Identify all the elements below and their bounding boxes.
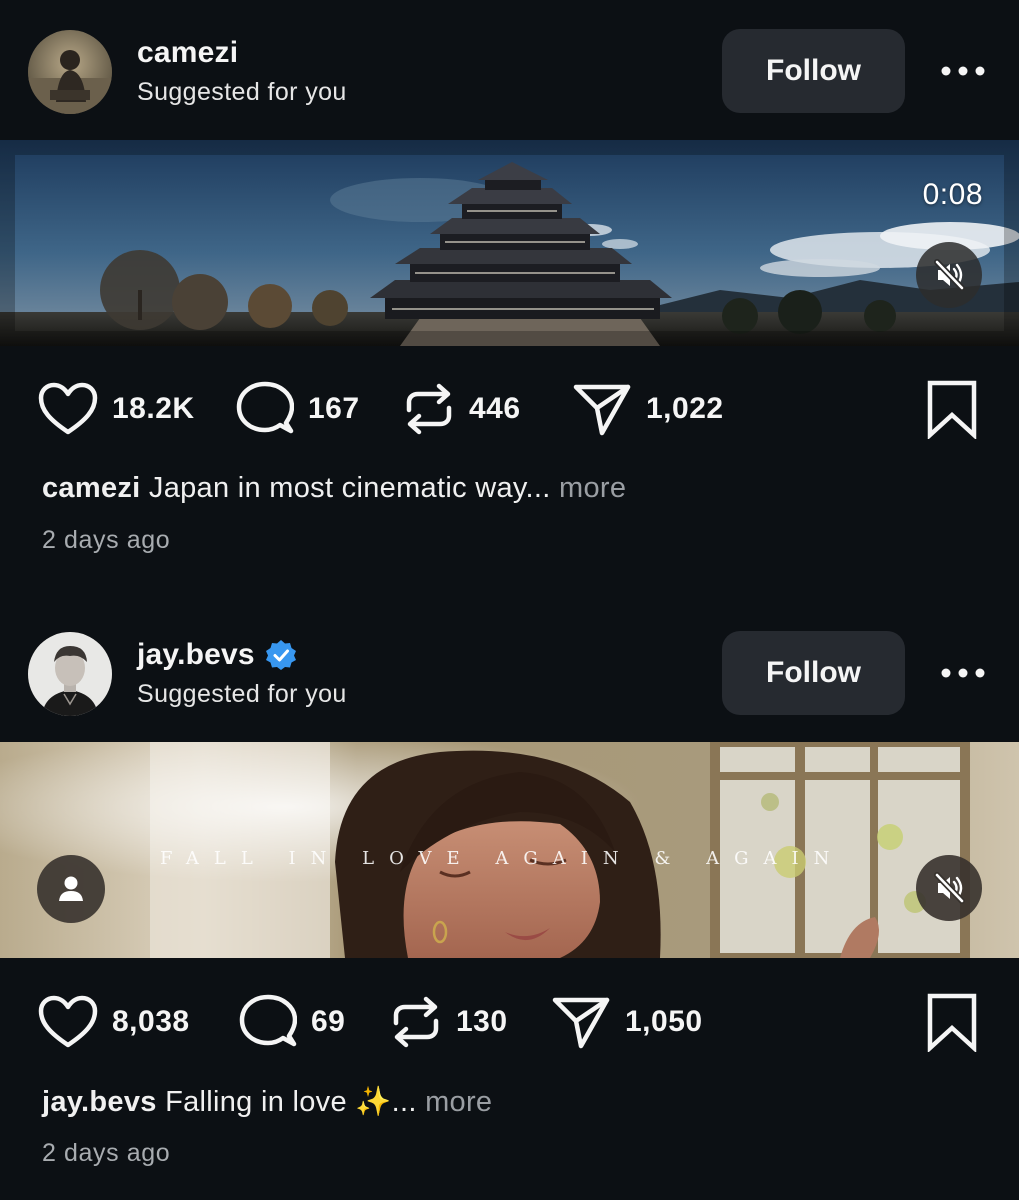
bookmark-icon[interactable] bbox=[924, 379, 980, 439]
like-count: 18.2K bbox=[112, 392, 195, 425]
caption: jay.bevs Falling in love ✨... more bbox=[42, 1085, 492, 1119]
paper-plane-icon bbox=[552, 997, 610, 1049]
more-link[interactable]: more bbox=[551, 472, 627, 504]
heart-icon bbox=[38, 995, 98, 1048]
video-overlay-text: FALL IN LOVE AGAIN & AGAIN bbox=[160, 848, 845, 869]
username[interactable]: jay.bevs bbox=[137, 638, 255, 672]
speaker-muted-icon bbox=[934, 259, 965, 291]
caption-text: Falling in love ✨... bbox=[156, 1086, 417, 1118]
caption-text: Japan in most cinematic way... bbox=[140, 472, 551, 504]
tagged-people-button[interactable] bbox=[37, 855, 105, 923]
comment-count: 167 bbox=[308, 392, 360, 425]
comment-count: 69 bbox=[311, 1005, 346, 1038]
paper-plane-icon bbox=[573, 384, 631, 436]
video-frame bbox=[0, 140, 1019, 346]
post-header: camezi Suggested for you Follow bbox=[0, 0, 1019, 140]
post-header: jay.bevs Suggested for you Follow bbox=[0, 602, 1019, 742]
mute-button[interactable] bbox=[916, 855, 982, 921]
comment-button[interactable]: 69 bbox=[239, 982, 345, 1062]
repost-button[interactable]: 446 bbox=[403, 369, 521, 449]
username-row: camezi bbox=[137, 36, 238, 70]
timestamp: 2 days ago bbox=[42, 1139, 171, 1167]
follow-button[interactable]: Follow bbox=[722, 631, 905, 715]
like-button[interactable]: 8,038 bbox=[38, 982, 190, 1062]
caption: camezi Japan in most cinematic way... mo… bbox=[42, 472, 626, 505]
repost-count: 130 bbox=[456, 1005, 508, 1038]
ellipsis-icon[interactable] bbox=[940, 56, 986, 86]
caption-username[interactable]: jay.bevs bbox=[42, 1086, 157, 1118]
video-duration: 0:08 bbox=[922, 178, 983, 211]
person-tag-icon bbox=[59, 876, 83, 901]
repost-arrows-icon bbox=[406, 383, 452, 435]
suggested-label: Suggested for you bbox=[137, 78, 347, 106]
action-bar: 8,038 69 130 1,050 bbox=[0, 982, 1019, 1062]
caption-username[interactable]: camezi bbox=[42, 472, 141, 504]
action-bar: 18.2K 167 446 1,022 bbox=[0, 369, 1019, 449]
comment-bubble-icon bbox=[239, 994, 297, 1047]
repost-arrows-icon bbox=[393, 996, 439, 1048]
repost-button[interactable]: 130 bbox=[390, 982, 508, 1062]
like-count: 8,038 bbox=[112, 1005, 190, 1038]
verified-badge-icon bbox=[265, 640, 296, 670]
ellipsis-icon[interactable] bbox=[940, 658, 986, 688]
heart-icon bbox=[38, 382, 98, 435]
follow-button[interactable]: Follow bbox=[722, 29, 905, 113]
like-button[interactable]: 18.2K bbox=[38, 369, 195, 449]
video-castle[interactable]: 0:08 bbox=[0, 140, 1019, 346]
share-count: 1,022 bbox=[646, 392, 724, 425]
comment-button[interactable]: 167 bbox=[236, 369, 360, 449]
more-link[interactable]: more bbox=[417, 1086, 493, 1118]
mute-button[interactable] bbox=[916, 242, 982, 308]
feed: camezi Suggested for you Follow 0:08 18.… bbox=[0, 0, 1019, 1200]
suggested-label: Suggested for you bbox=[137, 680, 347, 708]
share-button[interactable]: 1,050 bbox=[551, 982, 703, 1062]
video-portrait[interactable]: FALL IN LOVE AGAIN & AGAIN bbox=[0, 742, 1019, 958]
speaker-muted-icon bbox=[934, 872, 965, 904]
avatar[interactable] bbox=[28, 632, 112, 716]
share-button[interactable]: 1,022 bbox=[572, 369, 724, 449]
post-camezi: camezi Suggested for you Follow 0:08 18.… bbox=[0, 0, 1019, 600]
timestamp: 2 days ago bbox=[42, 526, 171, 554]
username-row: jay.bevs bbox=[137, 638, 297, 672]
avatar[interactable] bbox=[28, 30, 112, 114]
username[interactable]: camezi bbox=[137, 36, 238, 70]
post-jay-bevs: jay.bevs Suggested for you Follow FALL I… bbox=[0, 602, 1019, 1200]
share-count: 1,050 bbox=[625, 1005, 703, 1038]
comment-bubble-icon bbox=[236, 381, 294, 434]
bookmark-icon[interactable] bbox=[924, 992, 980, 1052]
repost-count: 446 bbox=[469, 392, 521, 425]
